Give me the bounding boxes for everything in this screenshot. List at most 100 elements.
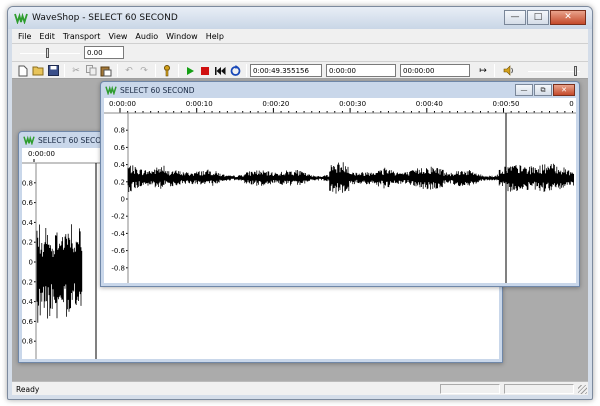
- child-minimize-button[interactable]: —: [515, 84, 533, 96]
- selection-start-field[interactable]: [326, 64, 396, 77]
- front-ruler-label: 0:00:10: [186, 100, 213, 108]
- minimize-button[interactable]: —: [504, 10, 526, 25]
- cut-button[interactable]: ✂: [69, 64, 83, 77]
- mdi-workspace: SELECT 60 SECOND 0:00:00 0.8 0.6 0.4 0.2 0 -0…: [12, 79, 588, 381]
- gain-input[interactable]: [84, 46, 124, 59]
- menu-bar: File Edit Transport View Audio Window He…: [12, 29, 588, 43]
- volume-slider[interactable]: [528, 65, 580, 77]
- back-amp-label: 0.6: [22, 199, 34, 207]
- front-amp-label: -0.8: [111, 264, 125, 272]
- back-amp-label: 0.8: [22, 179, 33, 187]
- back-amp-label: -0.6: [22, 318, 34, 326]
- paste-icon: [100, 66, 112, 76]
- front-window-logo-icon: [105, 85, 117, 95]
- key-icon: [164, 64, 170, 76]
- open-button[interactable]: [31, 64, 45, 77]
- front-window-titlebar[interactable]: SELECT 60 SECOND — ⧉ ✕: [101, 82, 579, 98]
- back-waveform-path: [36, 224, 83, 323]
- rewind-icon: [214, 66, 225, 75]
- menu-view[interactable]: View: [108, 32, 127, 41]
- app-logo-icon: [14, 12, 28, 24]
- back-amp-label: -0.4: [22, 298, 34, 306]
- position-time-field[interactable]: [250, 64, 322, 77]
- undo-icon: ↶: [125, 65, 133, 76]
- back-amp-label: 0.4: [22, 219, 34, 227]
- child-restore-button[interactable]: ⧉: [534, 84, 552, 96]
- status-pane-2: [504, 384, 574, 394]
- client-area: File Edit Transport View Audio Window He…: [12, 29, 588, 395]
- menu-edit[interactable]: Edit: [39, 32, 55, 41]
- rewind-button[interactable]: [213, 64, 227, 77]
- gain-toolbar: [12, 43, 588, 61]
- front-waveform-canvas[interactable]: 0:00:00 0:00:10 0:00:20 0:00:30 0:00:40 0:00:…: [104, 98, 576, 283]
- front-amp-label: 0: [121, 196, 125, 204]
- front-ruler-label: 0:00:20: [262, 100, 289, 108]
- menu-transport[interactable]: Transport: [63, 32, 101, 41]
- front-amp-label: 0.2: [114, 178, 125, 186]
- front-window-title: SELECT 60 SECOND: [120, 86, 195, 95]
- open-icon: [32, 66, 43, 76]
- save-icon: [47, 65, 59, 76]
- back-amp-label: 0.2: [22, 239, 33, 247]
- loop-button[interactable]: [228, 64, 242, 77]
- back-ruler-start-label: 0:00:00: [28, 150, 55, 158]
- main-toolbar: ✂ ↶ ↷ 0:00:49.355156 0:00:00 00:00:00 ↦: [12, 61, 588, 79]
- save-button[interactable]: [46, 64, 60, 77]
- menu-window[interactable]: Window: [166, 32, 198, 41]
- back-window-logo-icon: [23, 135, 35, 145]
- gain-slider[interactable]: [20, 47, 80, 59]
- status-text: Ready: [16, 385, 40, 394]
- menu-help[interactable]: Help: [206, 32, 224, 41]
- volume-button[interactable]: [502, 64, 516, 77]
- stop-button[interactable]: [198, 64, 212, 77]
- front-amp-label: -0.6: [111, 247, 125, 255]
- front-ruler-label: 0:00:50: [493, 100, 520, 108]
- front-amp-label: 0.8: [114, 127, 125, 135]
- resize-grip[interactable]: [578, 385, 587, 394]
- loop-icon: [230, 65, 240, 76]
- front-ruler-label: 0:00:40: [416, 100, 443, 108]
- paste-button[interactable]: [99, 64, 113, 77]
- redo-icon: ↷: [140, 65, 148, 76]
- menu-file[interactable]: File: [18, 32, 31, 41]
- main-window: WaveShop - SELECT 60 SECOND — □ ✕ File E…: [7, 6, 593, 400]
- front-amp-label: -0.2: [111, 213, 125, 221]
- front-waveform-window[interactable]: SELECT 60 SECOND — ⧉ ✕ 0:00:00 0:00:10 0:0…: [100, 81, 580, 287]
- front-amp-label: 0.6: [114, 144, 126, 152]
- front-waveform-view[interactable]: 0:00:00 0:00:10 0:00:20 0:00:30 0:00:40 0:00:…: [104, 98, 576, 283]
- play-button[interactable]: [183, 64, 197, 77]
- title-bar[interactable]: WaveShop - SELECT 60 SECOND — □ ✕: [8, 7, 592, 29]
- properties-button[interactable]: [160, 64, 174, 77]
- gain-slider-thumb[interactable]: [46, 48, 49, 58]
- front-ruler-label: 0: [569, 100, 573, 108]
- status-bar: Ready: [12, 381, 588, 395]
- fit-icon: ↦: [479, 65, 487, 76]
- copy-button[interactable]: [84, 64, 98, 77]
- new-icon: [18, 65, 28, 76]
- selection-length-field[interactable]: [400, 64, 470, 77]
- front-amp-label: 0.4: [114, 161, 126, 169]
- maximize-button[interactable]: □: [527, 10, 549, 25]
- front-ruler-label: 0:00:30: [339, 100, 366, 108]
- window-title: WaveShop - SELECT 60 SECOND: [32, 13, 178, 23]
- cut-icon: ✂: [72, 65, 80, 76]
- back-amp-label: 0: [29, 259, 33, 267]
- fit-window-button[interactable]: ↦: [476, 64, 490, 77]
- new-button[interactable]: [16, 64, 30, 77]
- copy-icon: [85, 65, 96, 76]
- speaker-icon: [503, 65, 513, 76]
- volume-slider-thumb[interactable]: [574, 66, 577, 76]
- stop-icon: [201, 66, 209, 75]
- child-close-button[interactable]: ✕: [553, 84, 575, 96]
- front-amp-label: -0.4: [111, 230, 125, 238]
- menu-audio[interactable]: Audio: [135, 32, 158, 41]
- play-icon: [186, 66, 194, 75]
- back-amp-label: -0.8: [22, 338, 33, 346]
- status-pane-1: [440, 384, 500, 394]
- close-button[interactable]: ✕: [550, 10, 586, 25]
- front-ruler-label: 0:00:00: [109, 100, 136, 108]
- redo-button[interactable]: ↷: [137, 64, 151, 77]
- back-amp-label: -0.2: [22, 278, 33, 286]
- front-waveform-path: [127, 162, 574, 194]
- undo-button[interactable]: ↶: [122, 64, 136, 77]
